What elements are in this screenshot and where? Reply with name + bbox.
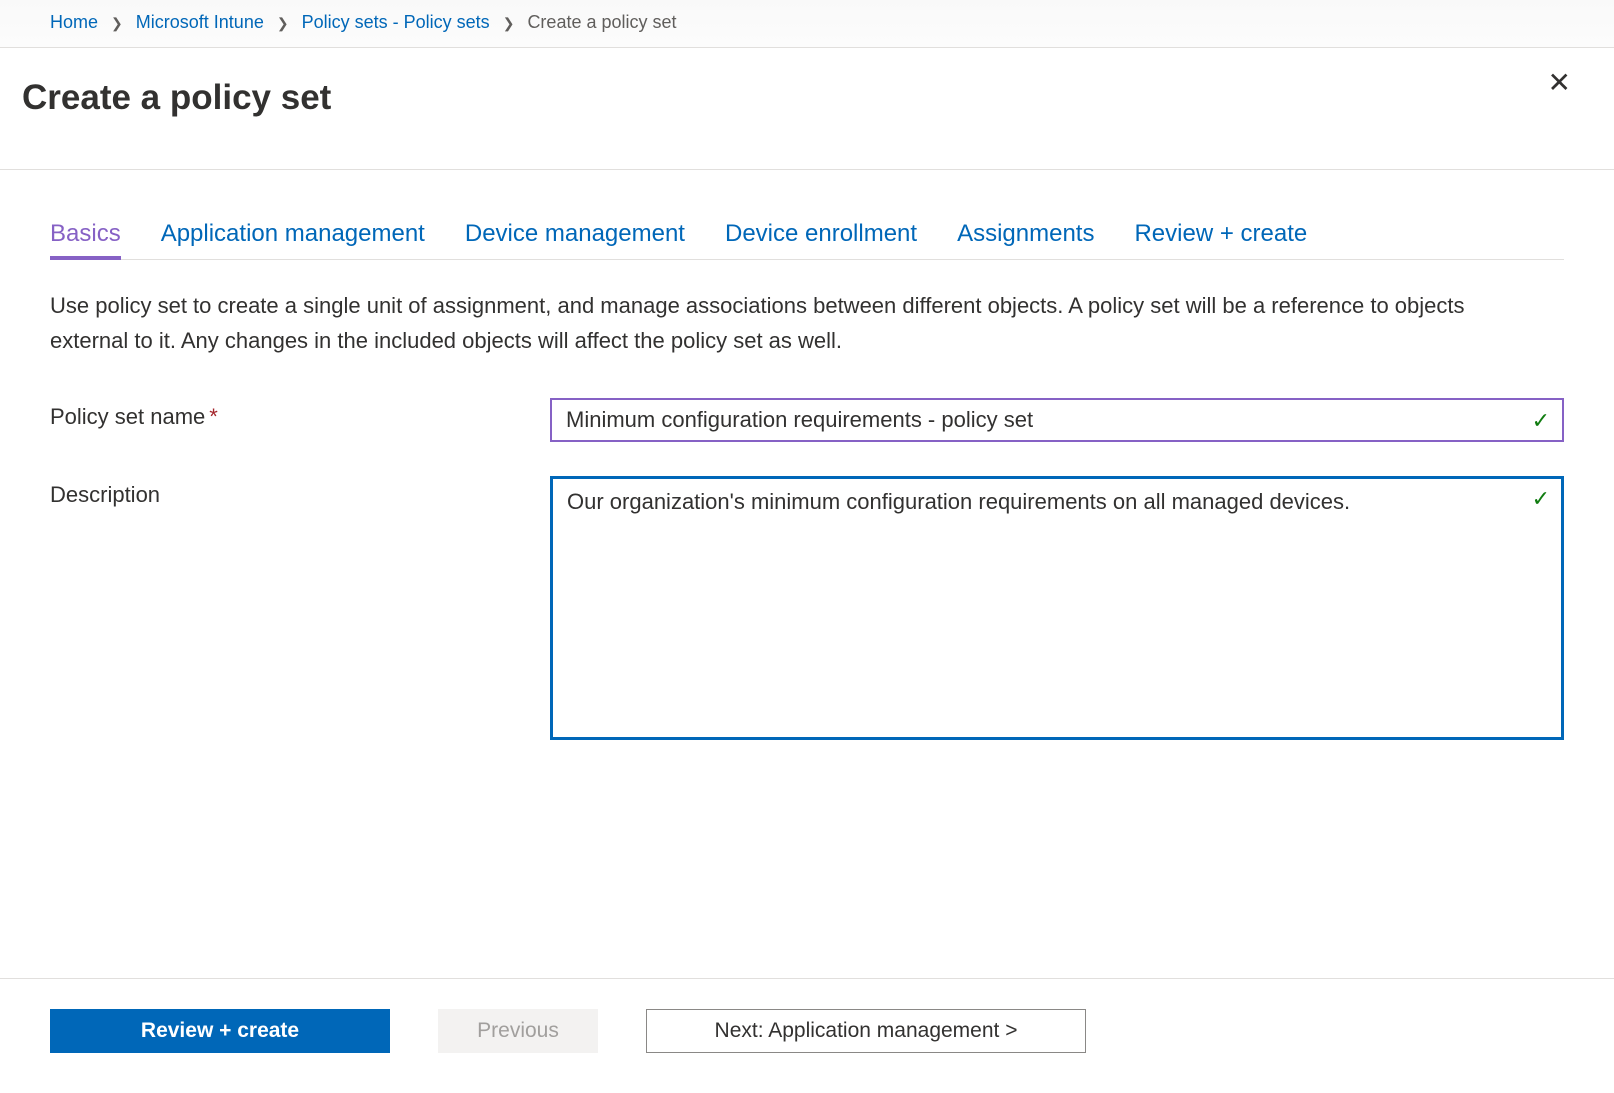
chevron-right-icon: ❯ bbox=[277, 15, 289, 32]
form-row-description: Description ✓ bbox=[50, 476, 1564, 745]
close-icon: ✕ bbox=[1548, 67, 1571, 98]
footer: Review + create Previous Next: Applicati… bbox=[0, 978, 1614, 1093]
next-button[interactable]: Next: Application management > bbox=[646, 1009, 1086, 1053]
tab-device-management[interactable]: Device management bbox=[465, 220, 685, 260]
close-button[interactable]: ✕ bbox=[1540, 66, 1579, 129]
breadcrumb-link-home[interactable]: Home bbox=[50, 12, 98, 32]
chevron-right-icon: ❯ bbox=[503, 15, 515, 32]
tabs: Basics Application management Device man… bbox=[50, 220, 1564, 260]
review-create-button[interactable]: Review + create bbox=[50, 1009, 390, 1053]
breadcrumb-current: Create a policy set bbox=[527, 12, 676, 32]
form-row-name: Policy set name* ✓ bbox=[50, 398, 1564, 442]
breadcrumb: Home ❯ Microsoft Intune ❯ Policy sets - … bbox=[0, 0, 1614, 48]
tab-application-management[interactable]: Application management bbox=[161, 220, 425, 260]
description-input[interactable] bbox=[550, 476, 1564, 740]
tab-device-enrollment[interactable]: Device enrollment bbox=[725, 220, 917, 260]
policy-set-name-label: Policy set name* bbox=[50, 398, 550, 430]
chevron-right-icon: ❯ bbox=[111, 15, 123, 32]
previous-button: Previous bbox=[438, 1009, 598, 1053]
tab-review-create[interactable]: Review + create bbox=[1134, 220, 1307, 260]
intro-text: Use policy set to create a single unit o… bbox=[50, 288, 1530, 358]
required-indicator: * bbox=[209, 404, 218, 429]
tab-basics[interactable]: Basics bbox=[50, 220, 121, 260]
page-title: Create a policy set bbox=[22, 78, 331, 118]
breadcrumb-link-intune[interactable]: Microsoft Intune bbox=[136, 12, 264, 32]
page-header: Create a policy set ✕ bbox=[0, 48, 1614, 170]
tab-assignments[interactable]: Assignments bbox=[957, 220, 1094, 260]
content-area: Basics Application management Device man… bbox=[0, 170, 1614, 978]
description-label: Description bbox=[50, 476, 550, 508]
breadcrumb-link-policy-sets[interactable]: Policy sets - Policy sets bbox=[302, 12, 490, 32]
policy-set-name-input[interactable] bbox=[550, 398, 1564, 442]
